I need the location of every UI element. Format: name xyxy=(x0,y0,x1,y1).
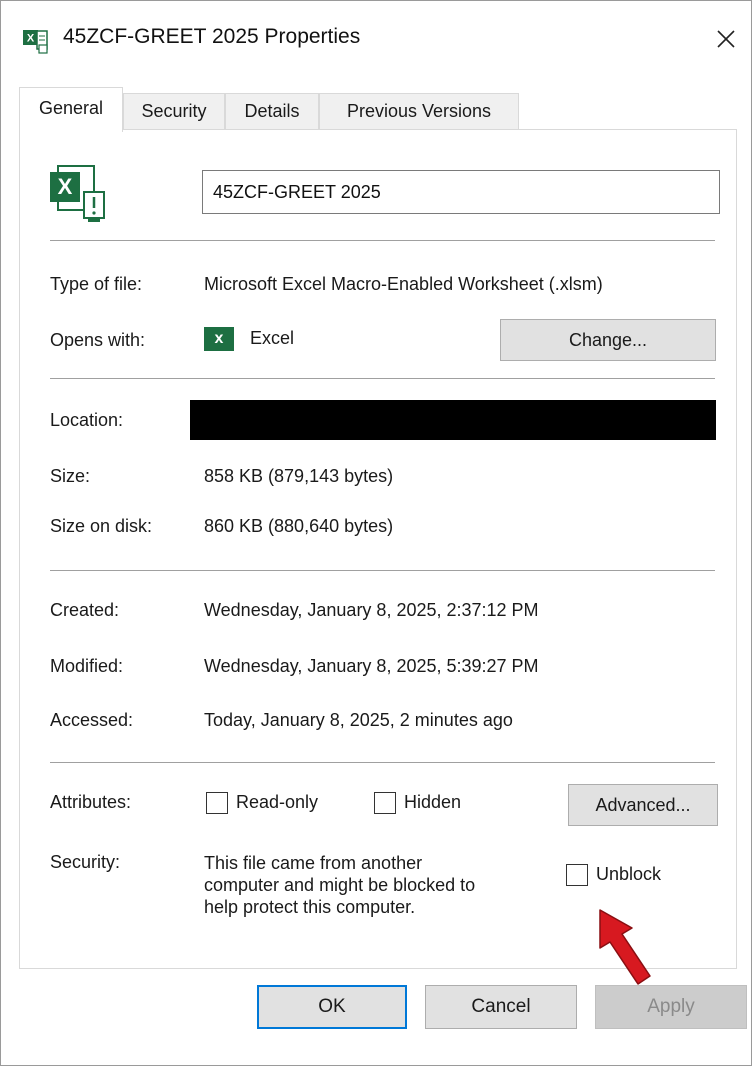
modified-label: Modified: xyxy=(50,656,124,676)
tab-bar: General Security Details Previous Versio… xyxy=(19,87,739,132)
accessed-value: Today, January 8, 2025, 2 minutes ago xyxy=(204,710,513,730)
svg-text:X: X xyxy=(27,33,35,45)
security-message-line: This file came from another xyxy=(204,853,423,873)
separator xyxy=(50,762,715,763)
excel-file-icon: X xyxy=(23,30,48,54)
created-label: Created: xyxy=(50,600,120,620)
change-button[interactable]: Change... xyxy=(500,319,716,361)
security-message: This file came from another computer and… xyxy=(204,852,475,918)
type-of-file-value: Microsoft Excel Macro-Enabled Worksheet … xyxy=(204,274,603,294)
svg-text:X: X xyxy=(58,174,73,199)
size-on-disk-label: Size on disk: xyxy=(50,516,153,536)
red-arrow-icon xyxy=(599,909,651,985)
excel-blocked-file-icon: X xyxy=(50,165,105,222)
location-redacted xyxy=(190,400,716,440)
attributes-label: Attributes: xyxy=(50,792,132,812)
size-label: Size: xyxy=(50,466,91,486)
security-message-line: computer and might be blocked to xyxy=(204,875,476,895)
location-label: Location: xyxy=(50,410,124,430)
general-panel: X 45ZCF-GREET 2025 Type of file: Microso… xyxy=(19,129,737,985)
hidden-label: Hidden xyxy=(404,792,462,812)
opens-with-label: Opens with: xyxy=(50,330,146,350)
close-button[interactable] xyxy=(701,9,751,69)
title-bar: X 45ZCF-GREET 2025 Properties xyxy=(1,1,751,81)
advanced-button[interactable]: Advanced... xyxy=(568,784,718,826)
separator xyxy=(50,240,715,241)
read-only-checkbox[interactable] xyxy=(206,792,228,814)
cancel-button[interactable]: Cancel xyxy=(425,985,577,1029)
apply-button[interactable]: Apply xyxy=(595,985,747,1029)
type-of-file-label: Type of file: xyxy=(50,274,143,294)
tab-details[interactable]: Details xyxy=(225,93,319,129)
unblock-label: Unblock xyxy=(596,864,662,884)
separator xyxy=(50,570,715,571)
close-icon xyxy=(717,30,735,48)
file-name-input[interactable]: 45ZCF-GREET 2025 xyxy=(202,170,720,214)
unblock-checkbox[interactable] xyxy=(566,864,588,886)
ok-button[interactable]: OK xyxy=(257,985,407,1029)
excel-app-icon: x xyxy=(204,327,234,351)
tab-general[interactable]: General xyxy=(19,87,123,132)
security-message-line: help protect this computer. xyxy=(204,897,416,917)
opens-with-app: Excel xyxy=(250,328,295,348)
security-label: Security: xyxy=(50,852,121,872)
separator xyxy=(50,378,715,379)
size-on-disk-value: 860 KB (880,640 bytes) xyxy=(204,516,394,536)
modified-value: Wednesday, January 8, 2025, 5:39:27 PM xyxy=(204,656,539,676)
size-value: 858 KB (879,143 bytes) xyxy=(204,466,394,486)
read-only-label: Read-only xyxy=(236,792,319,812)
tab-security[interactable]: Security xyxy=(123,93,225,129)
hidden-checkbox[interactable] xyxy=(374,792,396,814)
window-title: 45ZCF-GREET 2025 Properties xyxy=(63,25,361,48)
accessed-label: Accessed: xyxy=(50,710,134,730)
tab-previous-versions[interactable]: Previous Versions xyxy=(319,93,519,129)
properties-dialog: X 45ZCF-GREET 2025 Properties General Se… xyxy=(0,0,752,1066)
created-value: Wednesday, January 8, 2025, 2:37:12 PM xyxy=(204,600,539,620)
